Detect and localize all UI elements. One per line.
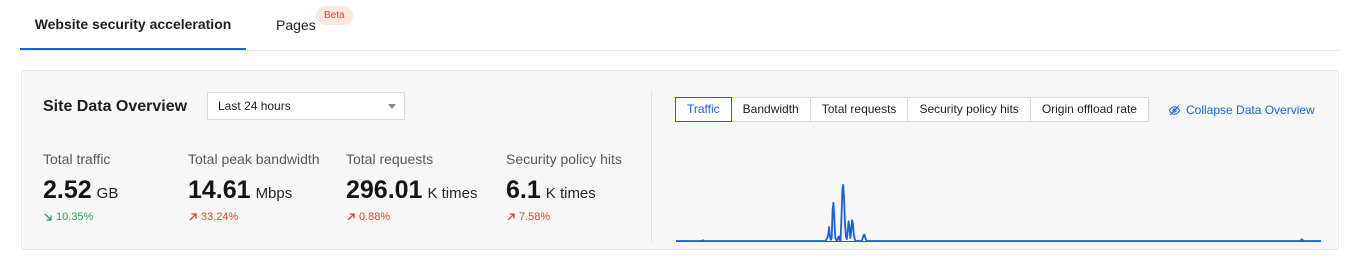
metric-value: 14.61 [188, 176, 251, 204]
time-range-select[interactable]: Last 24 hours [207, 92, 405, 120]
metric-label: Security policy hits [506, 151, 622, 167]
metric-unit: GB [96, 185, 119, 202]
arrow-up-right-icon [189, 213, 197, 221]
chart-tab-traffic[interactable]: Traffic [675, 97, 732, 122]
metric-change-value: 7.58% [519, 211, 551, 223]
arrow-down-right-icon [44, 213, 52, 221]
metric-unit: K times [545, 185, 596, 202]
metric-unit: Mbps [255, 185, 293, 202]
metric-change-value: 33.24% [201, 211, 239, 223]
beta-badge: Beta [316, 6, 353, 25]
metric-value: 6.1 [506, 176, 541, 204]
tab-pages[interactable]: Pages [276, 0, 316, 49]
metric-value: 2.52 [43, 176, 92, 204]
metric-total-traffic: Total traffic 2.52 GB 10.35% [43, 151, 118, 223]
chart-tabs: Traffic Bandwidth Total requests Securit… [675, 97, 1149, 122]
metric-unit: K times [427, 185, 478, 202]
metric-label: Total requests [346, 151, 434, 167]
eye-slash-icon [1168, 105, 1181, 115]
metric-total-peak-bandwidth: Total peak bandwidth 14.61 Mbps 33.24% [188, 151, 320, 223]
top-tabs: Website security acceleration Pages Beta [20, 0, 1340, 51]
metric-change: 33.24% [188, 211, 320, 223]
traffic-chart [676, 183, 1321, 242]
arrow-up-right-icon [507, 213, 515, 221]
chart-tab-total-requests[interactable]: Total requests [809, 97, 909, 122]
traffic-series-line [676, 183, 1321, 242]
time-range-value: Last 24 hours [218, 99, 291, 113]
metric-total-requests: Total requests 296.01 K times 0.88% [346, 151, 477, 223]
collapse-label: Collapse Data Overview [1186, 103, 1315, 117]
metric-security-policy-hits: Security policy hits 6.1 K times 7.58% [506, 151, 622, 223]
chart-tab-bandwidth[interactable]: Bandwidth [730, 97, 811, 122]
divider [651, 91, 652, 242]
collapse-data-overview-link[interactable]: Collapse Data Overview [1168, 103, 1315, 117]
site-data-overview-card: Site Data Overview Last 24 hours Total t… [21, 70, 1339, 250]
tab-label: Website security acceleration [34, 16, 232, 32]
metric-change: 10.35% [43, 211, 118, 223]
metric-change-value: 0.88% [359, 211, 391, 223]
chart-tab-security-policy-hits[interactable]: Security policy hits [907, 97, 1031, 122]
metric-label: Total traffic [43, 151, 111, 167]
metric-change: 7.58% [506, 211, 622, 223]
metric-value: 296.01 [346, 176, 423, 204]
metric-change: 0.88% [346, 211, 477, 223]
tab-label: Pages [276, 16, 316, 33]
arrow-up-right-icon [347, 213, 355, 221]
chevron-down-icon [388, 104, 396, 109]
card-title: Site Data Overview [43, 98, 188, 115]
chart-tab-origin-offload-rate[interactable]: Origin offload rate [1029, 97, 1149, 122]
tab-website-security-acceleration[interactable]: Website security acceleration [20, 0, 246, 50]
metric-label: Total peak bandwidth [188, 151, 320, 167]
metric-change-value: 10.35% [56, 211, 94, 223]
